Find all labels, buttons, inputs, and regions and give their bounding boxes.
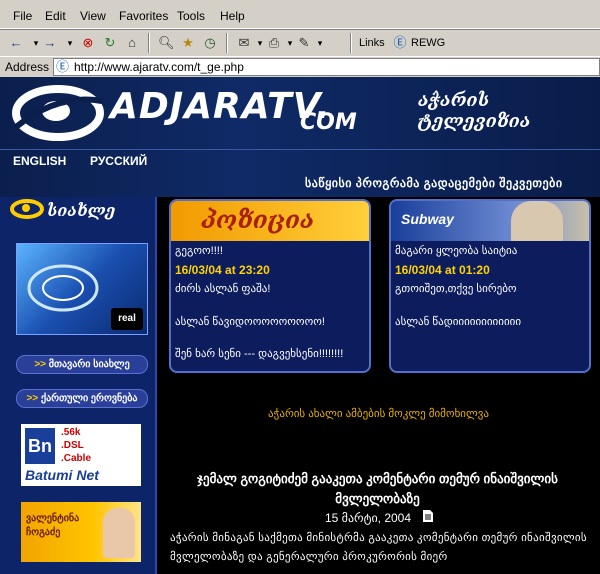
card-header-banner[interactable]: პოზიცია: [171, 201, 369, 241]
lang-english-link[interactable]: ENGLISH: [13, 154, 66, 168]
card-header-text: პოზიცია: [201, 205, 315, 234]
news-headline[interactable]: ჯემალ გოგიტიძემ გააკეთა კომენტარი თემურ …: [175, 469, 580, 509]
toolbar-separator: [226, 33, 228, 53]
site-logo-text[interactable]: ADJARATV.: [110, 86, 331, 127]
main-nav-links[interactable]: საწყისი პროგრამა გადაცემები შეკვეთები: [305, 176, 563, 190]
search-icon[interactable]: 🔍︎: [158, 35, 175, 51]
sidebar-button-label: ქართული ეროვნება: [40, 393, 138, 404]
sidebar-news-title[interactable]: სიახლე: [47, 201, 115, 220]
arrow-icon: >>: [26, 393, 41, 404]
back-icon[interactable]: ←: [8, 35, 24, 51]
address-url[interactable]: http://www.ajaratv.com/t_ge.php: [74, 59, 244, 75]
arrow-icon: >>: [34, 359, 49, 370]
menu-help[interactable]: Help: [220, 9, 245, 23]
lang-russian-link[interactable]: РУССКИЙ: [90, 154, 147, 168]
card-line: ასლან წადიიიიიიიიიიიი: [395, 316, 522, 328]
web-page: ADJARATV. COM აჭარის ტელევიზია ENGLISH Р…: [0, 77, 600, 574]
site-banner: ADJARATV. COM აჭარის ტელევიზია ENGLISH Р…: [0, 77, 600, 197]
address-bar: Address Ⓔ http://www.ajaratv.com/t_ge.ph…: [0, 56, 600, 78]
card-line: ძირს ასლან ფაშა!: [175, 283, 271, 295]
rewg-link[interactable]: REWG: [411, 37, 445, 49]
print-icon[interactable]: ⎙: [266, 35, 282, 51]
refresh-icon[interactable]: ↻: [102, 35, 118, 51]
edit-icon[interactable]: ✎: [296, 35, 312, 51]
portrait-image: [511, 201, 563, 241]
favorites-icon[interactable]: ★: [180, 35, 196, 51]
menu-favorites[interactable]: Favorites: [119, 9, 168, 23]
history-icon[interactable]: ◷: [202, 35, 218, 51]
card-header-banner[interactable]: Subway: [391, 201, 589, 241]
toolbar-separator: [148, 33, 150, 53]
tv-show-banner[interactable]: real: [16, 243, 148, 335]
site-logo-georgian: აჭარის ტელევიზია: [418, 90, 531, 132]
stop-icon[interactable]: ⊗: [80, 35, 96, 51]
document-icon[interactable]: [422, 509, 434, 523]
valentina-ad-text: ვალენტინა ჩოგაძე: [26, 513, 80, 538]
batumi-net-speed: .56k: [61, 427, 81, 438]
bn-logo-icon: Bn: [25, 428, 55, 464]
card-date: 16/03/04 at 23:20: [175, 263, 270, 277]
menu-bar: File Edit View Favorites Tools Help: [0, 0, 600, 29]
comment-card-subway: Subway მაგარი ყლეობა საიტია 16/03/04 at …: [389, 199, 591, 373]
links-label[interactable]: Links: [359, 37, 385, 49]
site-logo-swoosh-icon: [12, 85, 104, 141]
news-date: 15 მარტი, 2004: [325, 511, 412, 525]
address-input[interactable]: Ⓔ http://www.ajaratv.com/t_ge.php: [53, 58, 600, 76]
globe-swirl-icon: [27, 264, 99, 312]
site-logo-com: COM: [300, 110, 357, 135]
edit-dropdown-icon[interactable]: ▾: [312, 35, 328, 51]
address-label: Address: [5, 60, 50, 74]
sidebar-button-main-news[interactable]: >> მთავარი სიახლე: [16, 355, 148, 374]
news-body-text: აჭარის მინაგან საქმეთა მინისტრმა გააკეთა…: [170, 532, 587, 563]
comment-card-position: პოზიცია გეგოო!!!! 16/03/04 at 23:20 ძირს…: [169, 199, 371, 373]
mail-icon[interactable]: ✉: [236, 35, 252, 51]
card-header-text: Subway: [401, 211, 454, 227]
menu-file[interactable]: File: [13, 9, 32, 23]
card-subtitle: მაგარი ყლეობა საიტია: [395, 245, 518, 257]
ie-page-icon: Ⓔ: [393, 35, 407, 50]
menu-view[interactable]: View: [80, 9, 106, 23]
forward-icon[interactable]: →: [42, 35, 58, 51]
toolbar: ← ▾ → ▾ ⊗ ↻ ⌂ 🔍︎ ★ ◷ ✉ ▾ ⎙ ▾ ✎ ▾ Links Ⓔ…: [0, 29, 600, 56]
batumi-net-ad[interactable]: Bn .56k .DSL .Cable Batumi Net: [21, 424, 141, 486]
card-line: ასლან წავიდოოოოოოოოო!: [175, 316, 325, 328]
card-subtitle: გეგოო!!!!: [175, 245, 223, 257]
home-icon[interactable]: ⌂: [124, 35, 140, 51]
batumi-net-cable: .Cable: [61, 453, 92, 464]
batumi-net-dsl: .DSL: [61, 440, 84, 451]
news-section-subtitle: აჭარის ახალი ამბების მოკლე მიმოხილვა: [268, 408, 489, 420]
toolbar-separator: [350, 33, 352, 53]
card-line: გთოიშეთ,თქვე სირებო: [395, 283, 517, 295]
sidebar-button-georgian[interactable]: >> ქართული ეროვნება: [16, 389, 148, 408]
batumi-net-brand: Batumi Net: [25, 467, 99, 483]
real-badge: real: [111, 308, 143, 330]
portrait-image: [103, 508, 135, 558]
section-logo-icon: [10, 199, 44, 219]
ie-page-icon: Ⓔ: [56, 59, 70, 74]
menu-edit[interactable]: Edit: [45, 9, 66, 23]
valentina-ad[interactable]: ვალენტინა ჩოგაძე: [21, 502, 141, 562]
sidebar-button-label: მთავარი სიახლე: [48, 359, 130, 370]
forward-dropdown-icon[interactable]: ▾: [62, 35, 78, 51]
menu-tools[interactable]: Tools: [177, 9, 205, 23]
card-line: შენ ხარ სენი --- დაგვეხსენი!!!!!!!!: [175, 348, 344, 360]
card-date: 16/03/04 at 01:20: [395, 263, 490, 277]
banner-divider: [0, 149, 600, 150]
